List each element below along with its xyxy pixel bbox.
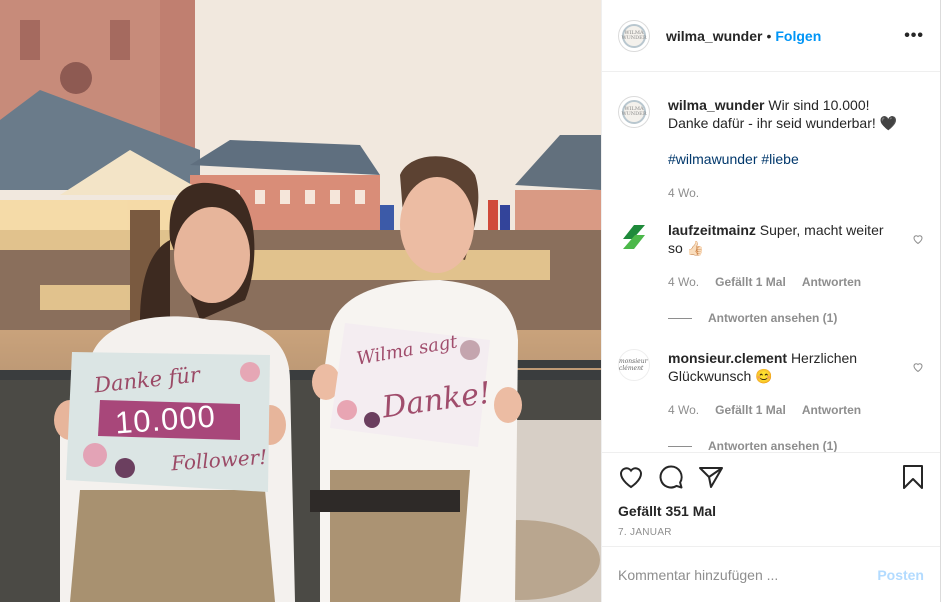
comment-form: Posten — [602, 546, 940, 602]
laufzeit-logo-icon — [623, 225, 645, 249]
save-bookmark-icon[interactable] — [902, 464, 924, 490]
view-replies-label: Antworten ansehen (1) — [708, 311, 838, 325]
wilma-wunder-logo: WILMA WUNDER — [621, 100, 647, 124]
comment-likes[interactable]: Gefällt 1 Mal — [715, 273, 786, 291]
reply-button[interactable]: Antworten — [802, 401, 861, 419]
caption-body: wilma_wunder Wir sind 10.000! Danke dafü… — [668, 96, 898, 202]
comment-body: monsieur.clement Herzlichen Glückwunsch … — [668, 349, 898, 419]
comment-item: laufzeitmainz Super, macht weiter so 👍🏻 … — [618, 221, 924, 291]
comment-time[interactable]: 4 Wo. — [668, 401, 699, 419]
post-date[interactable]: 7. JANUAR — [618, 527, 924, 538]
comment-like-heart-icon[interactable] — [912, 233, 924, 245]
comment-likes[interactable]: Gefällt 1 Mal — [715, 401, 786, 419]
comment-meta: 4 Wo. Gefällt 1 Mal Antworten — [668, 273, 898, 291]
comment-input[interactable] — [618, 566, 878, 583]
comment-username[interactable]: laufzeitmainz — [668, 222, 756, 238]
caption-hashtags[interactable]: #wilmawunder #liebe — [668, 150, 898, 168]
view-replies-button[interactable]: Antworten ansehen (1) — [668, 439, 924, 452]
post-comment-button[interactable]: Posten — [877, 567, 924, 583]
view-replies-label: Antworten ansehen (1) — [708, 439, 838, 452]
replies-divider-line — [668, 317, 692, 319]
caption-row: WILMA WUNDER wilma_wunder Wir sind 10.00… — [618, 96, 924, 202]
share-send-icon[interactable] — [698, 465, 724, 489]
separator-dot: • — [766, 27, 772, 44]
comment-bubble-icon[interactable] — [658, 464, 684, 490]
like-heart-icon[interactable] — [618, 465, 644, 489]
caption-username[interactable]: wilma_wunder — [668, 97, 764, 113]
comment-meta: 4 Wo. Gefällt 1 Mal Antworten — [668, 401, 898, 419]
post-header: WILMA WUNDER wilma_wunder • Folgen ••• — [602, 0, 940, 72]
comment-like-heart-icon[interactable] — [912, 361, 924, 373]
replies-divider-line — [668, 445, 692, 447]
header-username[interactable]: wilma_wunder — [666, 28, 762, 44]
comment-item: monsieur clément monsieur.clement Herzli… — [618, 349, 924, 419]
action-icons — [618, 463, 924, 491]
more-horizontal-icon[interactable]: ••• — [904, 27, 924, 45]
caption-avatar[interactable]: WILMA WUNDER — [618, 96, 650, 128]
post-actions: Gefällt 351 Mal 7. JANUAR — [602, 452, 940, 538]
comment-time[interactable]: 4 Wo. — [668, 273, 699, 291]
post-photo[interactable]: Danke für 10.000 Follower! Wilma sagt Da… — [0, 0, 601, 602]
comment-username[interactable]: monsieur.clement — [668, 350, 787, 366]
post-side-panel: WILMA WUNDER wilma_wunder • Folgen ••• W… — [601, 0, 941, 602]
comment-list[interactable]: WILMA WUNDER wilma_wunder Wir sind 10.00… — [602, 72, 940, 452]
caption-time[interactable]: 4 Wo. — [668, 184, 898, 202]
comment-body: laufzeitmainz Super, macht weiter so 👍🏻 … — [668, 221, 898, 291]
laufzeitmainz-avatar[interactable] — [618, 221, 650, 253]
sign-left-number-text: 10.000 — [113, 398, 217, 441]
reply-button[interactable]: Antworten — [802, 273, 861, 291]
avatar[interactable]: WILMA WUNDER — [618, 19, 650, 52]
follow-button[interactable]: Folgen — [775, 28, 821, 44]
likes-count[interactable]: Gefällt 351 Mal — [618, 503, 924, 519]
monsieur-clement-avatar[interactable]: monsieur clément — [618, 349, 650, 381]
view-replies-button[interactable]: Antworten ansehen (1) — [668, 311, 924, 325]
wilma-wunder-logo: WILMA WUNDER — [621, 23, 647, 48]
photo-scene — [0, 0, 601, 602]
